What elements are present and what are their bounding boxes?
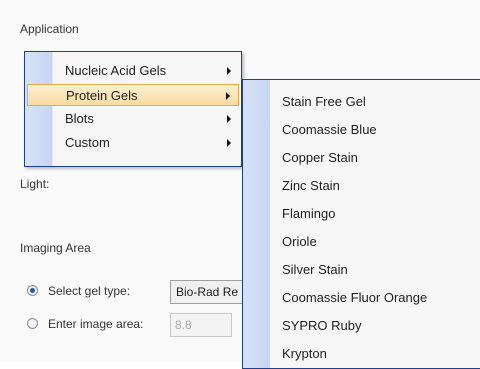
submenu-item-flamingo[interactable]: Flamingo bbox=[282, 206, 335, 221]
submenu-arrow-icon bbox=[226, 92, 230, 100]
image-area-input[interactable]: 8.8 bbox=[170, 313, 232, 337]
submenu-item-zinc-stain[interactable]: Zinc Stain bbox=[282, 178, 340, 193]
imaging-area-label: Imaging Area bbox=[20, 241, 91, 255]
menu-item-label: Custom bbox=[65, 135, 110, 150]
select-gel-type-label: Select gel type: bbox=[48, 284, 131, 298]
submenu-item-copper-stain[interactable]: Copper Stain bbox=[282, 150, 358, 165]
submenu-item-silver-stain[interactable]: Silver Stain bbox=[282, 262, 348, 277]
submenu-item-krypton[interactable]: Krypton bbox=[282, 346, 327, 361]
submenu-item-oriole[interactable]: Oriole bbox=[282, 234, 317, 249]
submenu-item-coomassie-blue[interactable]: Coomassie Blue bbox=[282, 122, 377, 137]
menu-item-label: Nucleic Acid Gels bbox=[65, 63, 167, 78]
application-label: Application bbox=[20, 22, 79, 36]
submenu-arrow-icon bbox=[227, 115, 231, 123]
menu-item-nucleic-acid-gels[interactable]: Nucleic Acid Gels bbox=[27, 60, 239, 82]
application-dropdown-menu: Nucleic Acid Gels Protein Gels Blots Cus… bbox=[24, 51, 242, 167]
submenu-arrow-icon bbox=[227, 67, 231, 75]
menu-item-label: Blots bbox=[65, 111, 94, 126]
enter-image-area-radio[interactable] bbox=[27, 318, 38, 329]
submenu-item-sypro-ruby[interactable]: SYPRO Ruby bbox=[282, 318, 361, 333]
gel-type-dropdown[interactable]: Bio-Rad Re bbox=[170, 280, 244, 304]
submenu-icon-gutter bbox=[243, 80, 270, 368]
light-label: Light: bbox=[20, 177, 50, 191]
submenu-item-stain-free-gel[interactable]: Stain Free Gel bbox=[282, 94, 366, 109]
submenu-arrow-icon bbox=[227, 139, 231, 147]
submenu-item-coomassie-fluor-orange[interactable]: Coomassie Fluor Orange bbox=[282, 290, 427, 305]
protein-gels-submenu: Stain Free Gel Coomassie Blue Copper Sta… bbox=[242, 79, 480, 369]
menu-item-protein-gels[interactable]: Protein Gels bbox=[27, 84, 239, 106]
menu-item-label: Protein Gels bbox=[66, 88, 138, 103]
enter-image-area-label: Enter image area: bbox=[48, 317, 144, 331]
menu-item-blots[interactable]: Blots bbox=[27, 108, 239, 130]
menu-item-custom[interactable]: Custom bbox=[27, 132, 239, 154]
select-gel-type-radio[interactable] bbox=[27, 285, 38, 296]
